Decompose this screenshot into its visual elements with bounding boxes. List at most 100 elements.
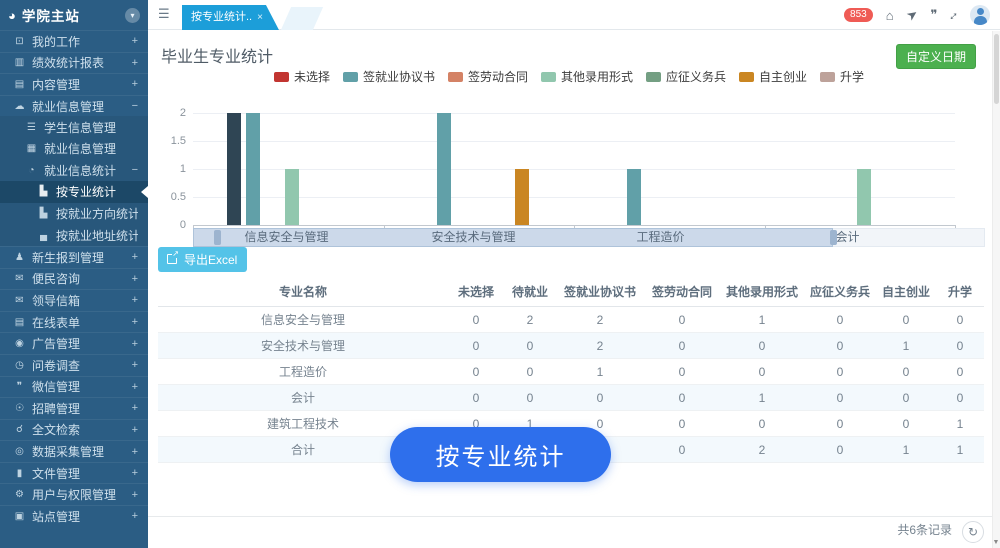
notification-badge[interactable]: 853 xyxy=(844,8,873,22)
legend-item[interactable]: 自主创业 xyxy=(739,68,807,85)
value-cell: 2 xyxy=(556,307,644,333)
sidebar-item-label: 招聘管理 xyxy=(32,400,132,417)
custom-date-button[interactable]: 自定义日期 xyxy=(896,44,976,69)
legend-item[interactable]: 未选择 xyxy=(274,68,330,85)
sidebar-item-employment-info-mgmt[interactable]: ☁就业信息管理− xyxy=(0,95,148,117)
scrollbar-thumb[interactable] xyxy=(994,34,999,104)
sidebar-item-stats-by-address[interactable]: ▄ 按就业地址统计 xyxy=(0,224,148,246)
sidebar-item-stats-by-major[interactable]: ▙按专业统计 xyxy=(0,181,148,203)
pie-chart-icon: ◔ xyxy=(24,165,39,176)
topbar-icons: 853 ⌂ ➤ ❞ ↕ xyxy=(844,0,990,30)
scroll-down-icon[interactable]: ▼ xyxy=(992,539,1000,546)
file-icon: ▤ xyxy=(12,79,27,90)
value-cell: 0 xyxy=(644,333,720,359)
value-cell: 0 xyxy=(644,411,720,437)
sidebar-item-user-permission[interactable]: ⚙用户与权限管理+ xyxy=(0,483,148,505)
datazoom-handle[interactable] xyxy=(214,230,221,245)
legend-label: 其他录用形式 xyxy=(561,68,633,85)
area-chart-icon: ▄ xyxy=(36,230,51,241)
legend-item[interactable]: 升学 xyxy=(820,68,864,85)
sidebar-item-ad-mgmt[interactable]: ◉广告管理+ xyxy=(0,332,148,354)
file-text-icon: ▤ xyxy=(12,317,27,328)
sidebar-item-label: 就业信息统计 xyxy=(44,162,132,179)
major-name-cell: 会计 xyxy=(158,385,448,411)
export-excel-button[interactable]: 导出Excel xyxy=(158,247,247,272)
y-axis-label: 0.5 xyxy=(148,191,186,203)
site-title: 学院主站 xyxy=(22,5,125,25)
plus-icon: + xyxy=(132,338,138,350)
image-icon: ▣ xyxy=(12,511,27,522)
column-header: 签就业协议书 xyxy=(556,277,644,307)
table-row: 信息安全与管理02201000 xyxy=(158,307,984,333)
sidebar-item-performance-stats[interactable]: ▥绩效统计报表+ xyxy=(0,52,148,74)
sidebar-item-leader-mailbox[interactable]: ✉领导信箱+ xyxy=(0,289,148,311)
value-cell: 0 xyxy=(720,333,804,359)
sidebar-item-fulltext-search[interactable]: ☌全文检索+ xyxy=(0,419,148,441)
sidebar-item-label: 就业信息管理 xyxy=(44,140,138,157)
sidebar-item-label: 绩效统计报表 xyxy=(32,54,132,71)
legend-item[interactable]: 签劳动合同 xyxy=(448,68,528,85)
plus-icon: + xyxy=(132,446,138,458)
sidebar-item-wechat-mgmt[interactable]: ❞微信管理+ xyxy=(0,376,148,398)
sidebar-item-label: 按就业地址统计 xyxy=(56,227,138,244)
x-category-label: 工程造价 xyxy=(636,229,684,246)
plus-icon: + xyxy=(132,510,138,522)
sidebar-item-label: 我的工作 xyxy=(32,33,132,50)
refresh-button[interactable]: ↻ xyxy=(962,521,984,543)
sidebar-item-student-info-mgmt[interactable]: ☰学生信息管理 xyxy=(0,116,148,138)
sidebar-item-label: 问卷调查 xyxy=(32,357,132,374)
sidebar-item-convenience-consult[interactable]: ✉便民咨询+ xyxy=(0,268,148,290)
sidebar-item-employment-stats[interactable]: ◔就业信息统计− xyxy=(0,160,148,182)
scrollbar[interactable]: ▼ xyxy=(992,31,1000,548)
legend-label: 自主创业 xyxy=(759,68,807,85)
users-icon: ♟ xyxy=(12,252,27,263)
value-cell: 0 xyxy=(804,333,876,359)
legend-swatch xyxy=(541,72,556,82)
y-axis-label: 0 xyxy=(148,219,186,231)
chevron-down-circle-icon[interactable]: ▾ xyxy=(125,8,140,23)
gridline xyxy=(193,141,955,142)
tab-label: 按专业统计.. xyxy=(191,11,252,23)
sidebar-item-my-work[interactable]: ⊡我的工作+ xyxy=(0,30,148,52)
sidebar-item-survey[interactable]: ◷问卷调查+ xyxy=(0,354,148,376)
expand-icon[interactable]: ↕ xyxy=(951,8,958,23)
legend-swatch xyxy=(274,72,289,82)
value-cell: 0 xyxy=(936,333,984,359)
menu-fold-icon[interactable]: ☰ xyxy=(158,6,170,22)
value-cell: 0 xyxy=(804,437,876,463)
legend-item[interactable]: 签就业协议书 xyxy=(343,68,435,85)
user-avatar[interactable] xyxy=(970,5,990,25)
action-overlay-stats-by-major[interactable]: 按专业统计 xyxy=(390,427,611,482)
sidebar-item-label: 就业信息管理 xyxy=(32,98,132,115)
sidebar-item-data-collection[interactable]: ◎数据采集管理+ xyxy=(0,440,148,462)
sidebar-item-label: 领导信箱 xyxy=(32,292,132,309)
send-icon[interactable]: ➤ xyxy=(907,7,918,23)
comments-icon[interactable]: ❞ xyxy=(931,7,938,23)
sidebar-item-employment-info-sub[interactable]: ▦就业信息管理 xyxy=(0,138,148,160)
legend-item[interactable]: 应征义务兵 xyxy=(646,68,726,85)
datazoom-handle[interactable] xyxy=(830,230,837,245)
column-header: 应征义务兵 xyxy=(804,277,876,307)
home-icon[interactable]: ⌂ xyxy=(886,8,894,23)
sidebar-item-content-mgmt[interactable]: ▤内容管理+ xyxy=(0,73,148,95)
envelope-icon: ✉ xyxy=(12,273,27,284)
value-cell: 0 xyxy=(876,385,936,411)
chart-bar xyxy=(285,169,299,225)
sidebar-item-site-mgmt[interactable]: ▣站点管理+ xyxy=(0,505,148,527)
sidebar-item-stats-by-direction[interactable]: ▙按就业方向统计 xyxy=(0,203,148,225)
value-cell: 0 xyxy=(936,359,984,385)
x-category-label: 信息安全与管理 xyxy=(244,229,328,246)
value-cell: 1 xyxy=(936,437,984,463)
tab-stats-by-major[interactable]: 按专业统计.. × xyxy=(182,5,279,30)
sidebar-item-freshman-registration[interactable]: ♟新生报到管理+ xyxy=(0,246,148,268)
chart-legend: 未选择签就业协议书签劳动合同 其他录用形式应征义务兵 自主创业升学 xyxy=(148,68,990,85)
sidebar-item-online-forms[interactable]: ▤在线表单+ xyxy=(0,311,148,333)
sidebar-item-label: 新生报到管理 xyxy=(32,249,132,266)
close-icon[interactable]: × xyxy=(257,12,263,23)
value-cell: 0 xyxy=(504,385,556,411)
sidebar-item-file-mgmt[interactable]: ▮文件管理+ xyxy=(0,462,148,484)
sidebar-item-recruitment-mgmt[interactable]: ☉招聘管理+ xyxy=(0,397,148,419)
legend-item[interactable]: 其他录用形式 xyxy=(541,68,633,85)
column-header: 待就业 xyxy=(504,277,556,307)
home-icon-glyph: ⌂ xyxy=(886,8,894,23)
